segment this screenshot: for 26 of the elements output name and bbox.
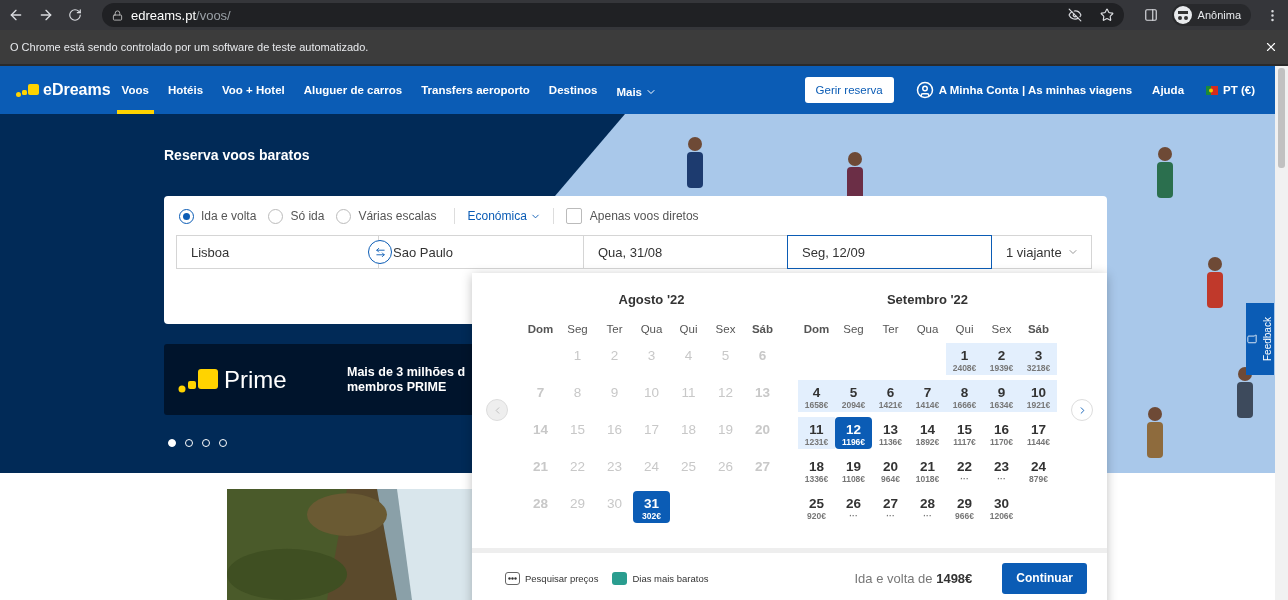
total-price: Ida e volta de 1498€ xyxy=(854,570,973,586)
weekday-label: Qui xyxy=(954,322,975,337)
month-title: Agosto '22 xyxy=(617,291,686,309)
weekday-label: Sex xyxy=(714,322,737,337)
weekday-label: Ter xyxy=(881,322,900,337)
weekday-label: Ter xyxy=(605,322,624,337)
weekday-label: Seg xyxy=(566,322,589,337)
legend-label: Dias mais baratos xyxy=(632,572,709,584)
prime-logo-text: Prime xyxy=(224,365,287,394)
automation-message: O Chrome está sendo controlado por um software de teste automatizado. xyxy=(10,41,370,53)
weekday-label: Qui xyxy=(678,322,699,337)
url-text: edreams.pt xyxy=(131,7,197,23)
weekday-label: Seg xyxy=(842,322,865,337)
legend-label: Pesquisar preços xyxy=(525,572,599,584)
feedback-label: Feedback xyxy=(1261,317,1273,361)
month-title: Setembro '22 xyxy=(885,291,970,309)
promo-text: Mais de 3 milhões d membros PRIME xyxy=(347,364,466,395)
url-path: /voos/ xyxy=(196,7,231,23)
weekday-label: Sáb xyxy=(750,322,775,337)
hero-title: Reserva voos baratos xyxy=(164,147,311,163)
weekday-label: Qua xyxy=(639,322,664,337)
weekday-label: Dom xyxy=(526,322,555,337)
weekday-label: Qua xyxy=(915,322,940,337)
weekday-label: Sáb xyxy=(1026,322,1051,337)
weekday-label: Sex xyxy=(990,322,1013,337)
weekday-label: Dom xyxy=(802,322,831,337)
